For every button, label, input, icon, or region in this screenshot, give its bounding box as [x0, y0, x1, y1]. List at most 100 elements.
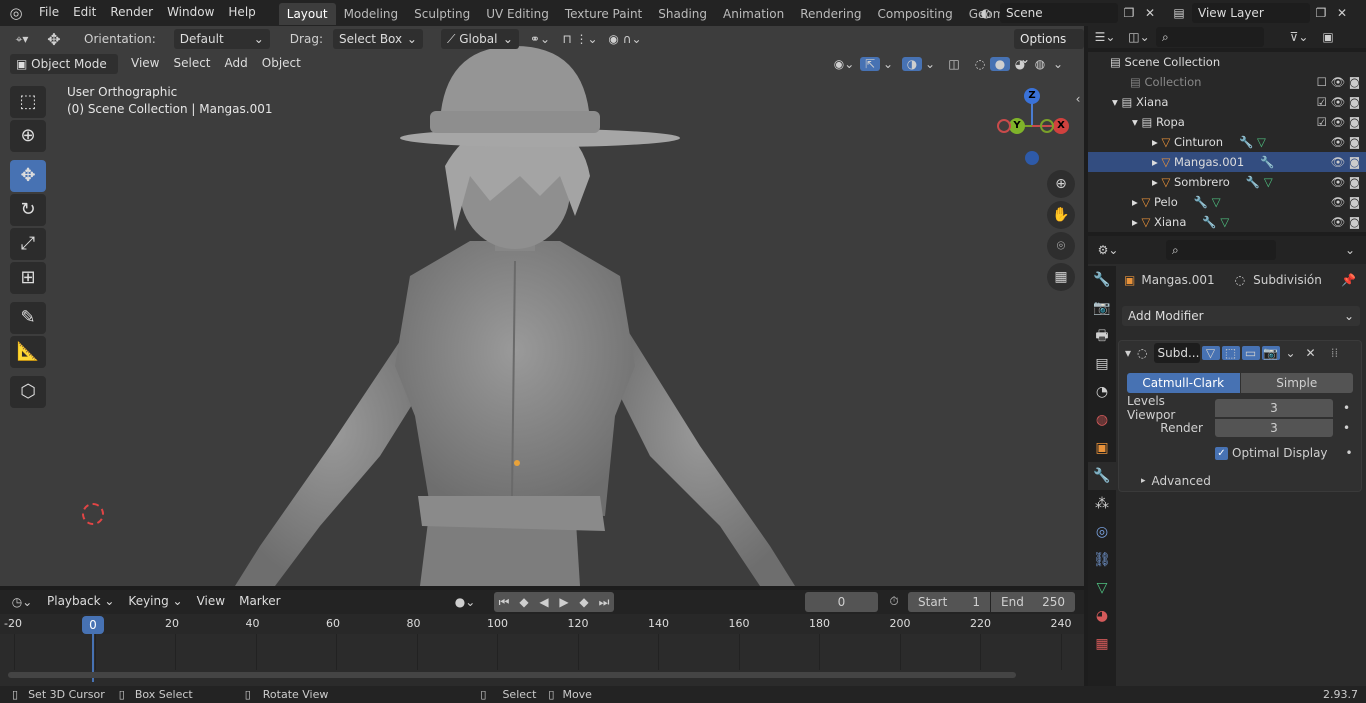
camera-view-icon[interactable]: ⌾ [1047, 232, 1075, 260]
mode-dropdown[interactable]: ▣ Object Mode [10, 54, 118, 74]
cage-toggle-icon[interactable]: ⬚ [1221, 346, 1240, 360]
render-tab-icon[interactable]: 📷 [1088, 294, 1116, 322]
copy-scene-icon[interactable]: ❐ [1118, 6, 1140, 20]
gizmo-neg-y-axis[interactable] [1040, 119, 1054, 133]
orientation-dropdown[interactable]: Default ⌄ [173, 29, 270, 49]
overlay-toggle-icon[interactable]: ◑ [902, 57, 922, 71]
marker-menu[interactable]: Marker [232, 589, 287, 615]
timeline-view-menu[interactable]: View [190, 589, 232, 615]
scene-icon[interactable]: ◐ [972, 6, 1000, 20]
jump-end-icon[interactable]: ⏭ [594, 595, 614, 610]
timeline-editor-icon[interactable]: ◷⌄ [4, 595, 40, 609]
display-mode-icon[interactable]: ◫⌄ [1122, 30, 1156, 44]
properties-search-input[interactable]: ⌕ [1166, 240, 1276, 260]
menu-edit[interactable]: Edit [66, 0, 103, 26]
tool-tab-icon[interactable]: 🔧 [1088, 266, 1116, 294]
prev-keyframe-icon[interactable]: ◆ [514, 595, 534, 609]
modifier-name-input[interactable]: Subd... [1153, 343, 1200, 363]
properties-options-icon[interactable]: ⌄ [1340, 243, 1360, 257]
perspective-toggle-icon[interactable]: ▦ [1047, 263, 1075, 291]
visibility-toggles[interactable]: ☑ 👁 ◙ [1317, 112, 1360, 132]
current-frame-field[interactable]: 0 [805, 592, 878, 612]
blender-logo-icon[interactable]: ◎ [0, 4, 32, 22]
visibility-toggles[interactable]: 👁 ◙ [1331, 192, 1360, 212]
outliner-row-cinturon[interactable]: ▸ ▽ Cinturon 🔧 ▽ 👁 ◙ [1088, 132, 1366, 152]
start-frame-field[interactable]: Start 1 [908, 592, 990, 612]
tab-shading[interactable]: Shading [650, 3, 715, 25]
xray-icon[interactable]: ◫ [942, 57, 966, 71]
gizmo-neg-x-axis[interactable] [997, 119, 1011, 133]
close-view-layer-icon[interactable]: ✕ [1332, 6, 1352, 20]
next-keyframe-icon[interactable]: ◆ [574, 595, 594, 609]
gizmo-y-axis[interactable]: Y [1009, 118, 1025, 134]
menu-view[interactable]: View [124, 51, 166, 77]
catmull-clark-button[interactable]: Catmull-Clark [1127, 373, 1240, 393]
outliner-row-mangas[interactable]: ▸ ▽ Mangas.001 🔧 👁 ◙ [1088, 152, 1366, 172]
scale-tool-icon[interactable]: ⤢ [10, 228, 46, 260]
end-frame-field[interactable]: End 250 [991, 592, 1075, 612]
scene-field[interactable]: Scene [1000, 3, 1118, 23]
3d-cursor-icon[interactable] [82, 503, 104, 525]
gizmo-dropdown-icon[interactable]: ⌄ [880, 57, 896, 71]
new-collection-icon[interactable]: ▣ [1316, 30, 1340, 44]
options-button[interactable]: Options ⌄ [1014, 29, 1084, 66]
jump-start-icon[interactable]: ⏮ [494, 595, 514, 610]
playback-menu[interactable]: Playback ⌄ [40, 589, 121, 615]
material-tab-icon[interactable]: ◕ [1088, 602, 1116, 630]
keyframe-dot-icon[interactable]: • [1346, 446, 1353, 460]
menu-object[interactable]: Object [255, 51, 308, 77]
tab-animation[interactable]: Animation [715, 3, 792, 25]
keyframe-dot-icon[interactable]: • [1343, 401, 1350, 415]
particles-tab-icon[interactable]: ⁂ [1088, 490, 1116, 518]
constraints-tab-icon[interactable]: ⛓ [1088, 546, 1116, 574]
menu-add[interactable]: Add [218, 51, 255, 77]
playhead[interactable]: 0 [82, 616, 104, 634]
tab-layout[interactable]: Layout [278, 3, 336, 25]
view-layer-field[interactable]: View Layer [1192, 3, 1310, 23]
outliner-row-ropa[interactable]: ▾ ▤ Ropa ☑ 👁 ◙ [1088, 112, 1366, 132]
drag-handle-icon[interactable]: ⁞⁞ [1326, 346, 1344, 360]
annotate-tool-icon[interactable]: ✎ [10, 302, 46, 334]
tab-compositing[interactable]: Compositing [869, 3, 960, 25]
snap-icon[interactable]: ⊓ ⋮⌄ [555, 32, 605, 46]
collapse-arrow-icon[interactable]: ▾ [1125, 346, 1131, 360]
add-cube-tool-icon[interactable]: ⬡ [10, 376, 46, 408]
tab-uv-editing[interactable]: UV Editing [478, 3, 557, 25]
data-tab-icon[interactable]: ▽ [1088, 574, 1116, 602]
gizmo-neg-z-axis[interactable] [1025, 151, 1039, 165]
cursor-tool-icon[interactable]: ⊕ [10, 120, 46, 152]
view-layer-tab-icon[interactable]: ▤ [1088, 350, 1116, 378]
overlay-dropdown-icon[interactable]: ⌄ [922, 57, 938, 71]
copy-view-layer-icon[interactable]: ❐ [1310, 6, 1332, 20]
visibility-toggles[interactable]: 👁 ◙ [1331, 212, 1360, 232]
select-box-tool-icon[interactable]: ⬚ [10, 86, 46, 118]
keyframe-dot-icon[interactable]: • [1343, 421, 1350, 435]
visibility-toggles[interactable]: ☑ 👁 ◙ [1317, 92, 1360, 112]
modifier-menu-icon[interactable]: ⌄ [1282, 346, 1300, 360]
pin-icon[interactable]: 📌 [1341, 273, 1356, 287]
play-icon[interactable]: ▶ [554, 595, 574, 609]
gizmo-toggle-icon[interactable]: ⇱ [860, 57, 880, 71]
properties-editor-icon[interactable]: ⚙⌄ [1088, 243, 1128, 257]
zoom-icon[interactable]: ⊕ [1047, 170, 1075, 198]
viewport-toggle-icon[interactable]: ▭ [1241, 346, 1260, 360]
close-scene-icon[interactable]: ✕ [1140, 6, 1160, 20]
drag-dropdown[interactable]: Select Box ⌄ [332, 29, 423, 49]
modifier-tab-icon[interactable]: 🔧 [1088, 462, 1116, 490]
physics-tab-icon[interactable]: ◎ [1088, 518, 1116, 546]
timeline-track[interactable]: -20020406080100120140160180200220240 0 [0, 614, 1084, 686]
filter-icon[interactable]: ⊽⌄ [1282, 30, 1316, 44]
visibility-toggles[interactable]: 👁 ◙ [1331, 172, 1360, 192]
object-tab-icon[interactable]: ▣ [1088, 434, 1116, 462]
tab-sculpting[interactable]: Sculpting [406, 3, 478, 25]
editor-type-icon[interactable]: ⌖▾ [4, 32, 40, 47]
3d-viewport[interactable]: ⌖▾ ✥ Orientation: Default ⌄ Drag: Select … [0, 26, 1084, 586]
rendered-shading-icon[interactable]: ◍ [1030, 57, 1050, 71]
sidebar-toggle-icon[interactable]: ‹ [1072, 92, 1084, 106]
gizmo-x-axis[interactable]: X [1053, 118, 1069, 134]
gizmo-z-axis[interactable]: Z [1024, 88, 1040, 104]
record-icon[interactable]: ●⌄ [450, 595, 480, 609]
proportional-editing-icon[interactable]: ◉ ∩⌄ [605, 32, 645, 46]
shading-dropdown-icon[interactable]: ⌄ [1050, 57, 1066, 71]
transform-orientation-dropdown[interactable]: ⟋ Global ⌄ [440, 29, 519, 49]
